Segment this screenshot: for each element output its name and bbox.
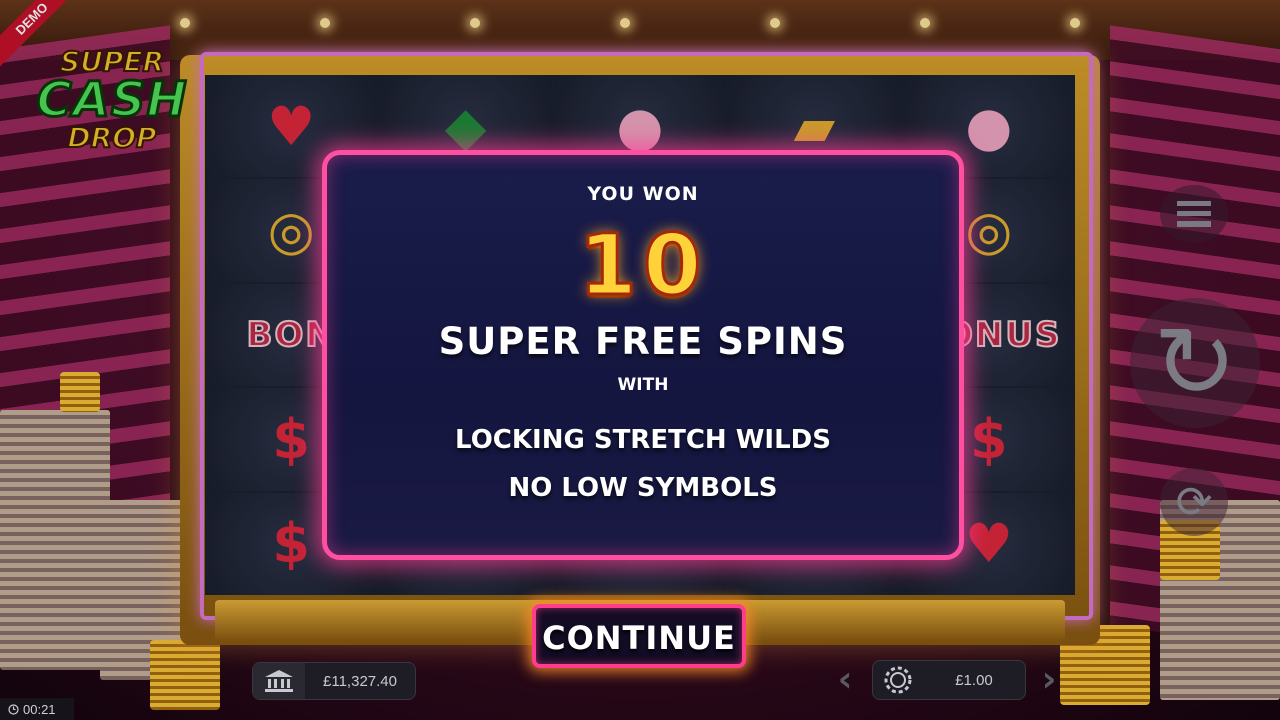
bet-value: £1.00 (955, 671, 993, 689)
bet-increase-button[interactable]: › (1034, 660, 1064, 700)
you-won-label: YOU WON (587, 183, 699, 205)
balance-value: £11,327.40 (323, 672, 397, 690)
bet-decrease-button[interactable]: ‹ (830, 660, 860, 700)
continue-button[interactable]: CONTINUE (532, 604, 746, 668)
feature-no-low-symbols: NO LOW SYMBOLS (508, 473, 778, 503)
clock-icon (8, 703, 19, 715)
session-timer: 00:21 (0, 698, 74, 720)
spins-count: 10 (577, 216, 708, 314)
popup-title: SUPER FREE SPINS (438, 320, 848, 363)
bet-display: £1.00 (872, 660, 1026, 700)
with-label: WITH (617, 375, 669, 395)
free-spins-popup: YOU WON 10 SUPER FREE SPINS WITH LOCKING… (322, 150, 964, 560)
feature-locking-wilds: LOCKING STRETCH WILDS (455, 425, 831, 455)
chip-icon (873, 666, 923, 694)
balance-display: £11,327.40 (252, 662, 416, 700)
bank-icon (253, 663, 305, 699)
timer-value: 00:21 (23, 701, 56, 717)
